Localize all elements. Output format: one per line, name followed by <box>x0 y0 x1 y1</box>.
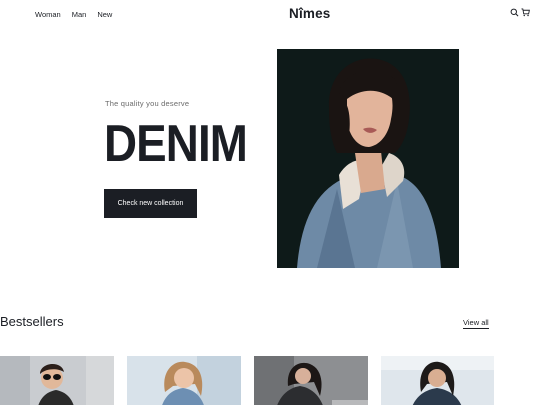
cart-icon[interactable] <box>521 8 530 17</box>
check-new-collection-button[interactable]: Check new collection <box>104 189 197 218</box>
site-logo[interactable]: Nîmes <box>289 6 331 21</box>
product-list <box>0 356 540 405</box>
hero-title: DENIM <box>104 115 248 173</box>
nav-item-man[interactable]: Man <box>72 10 87 19</box>
main-nav: Woman Man New <box>35 10 112 19</box>
product-card[interactable] <box>127 356 241 405</box>
nav-item-new[interactable]: New <box>97 10 112 19</box>
hero-tagline: The quality you deserve <box>105 99 190 108</box>
search-icon[interactable] <box>510 8 519 17</box>
nav-item-woman[interactable]: Woman <box>35 10 61 19</box>
header-icons <box>510 8 530 17</box>
view-all-link[interactable]: View all <box>463 318 489 329</box>
product-card[interactable] <box>254 356 368 405</box>
product-card[interactable] <box>381 356 494 405</box>
product-card[interactable] <box>0 356 114 405</box>
hero-image <box>277 49 459 268</box>
bestsellers-title: Bestsellers <box>0 314 64 329</box>
